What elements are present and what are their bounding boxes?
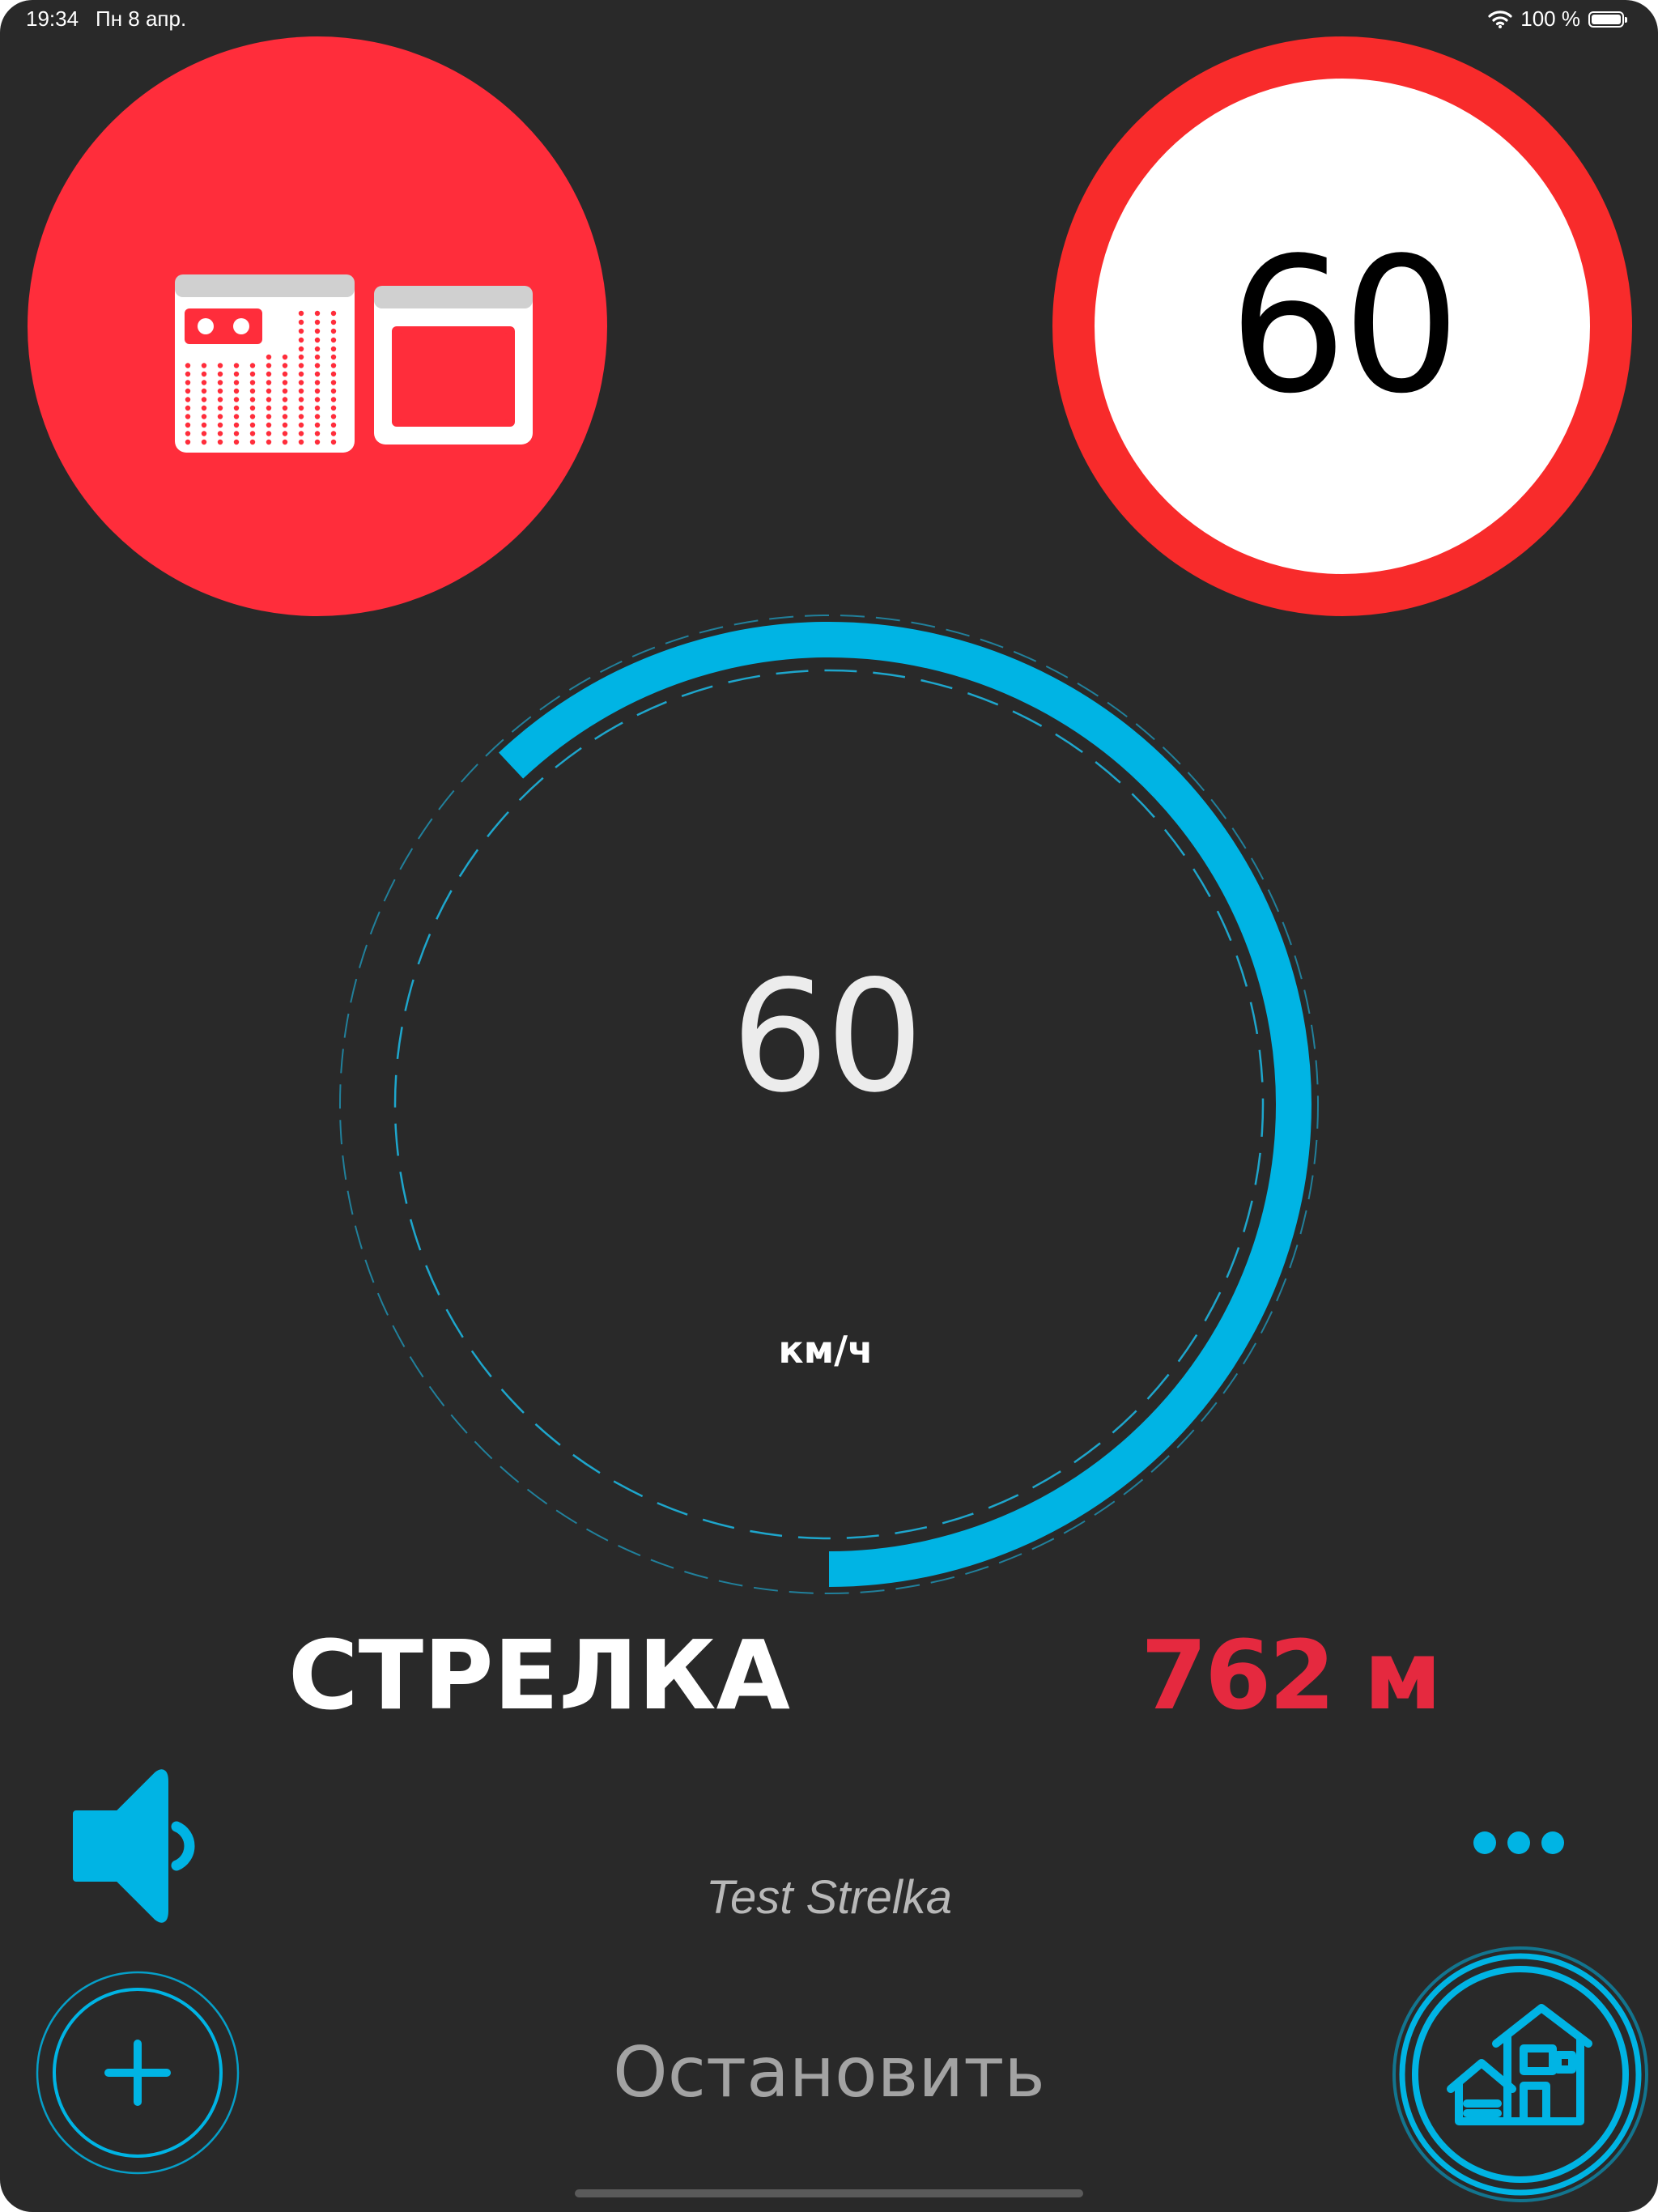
speed-limit-sign: 60: [1052, 36, 1632, 616]
wifi-icon: [1488, 10, 1512, 28]
speaker-icon[interactable]: [71, 1765, 201, 1927]
speed-limit-face: 60: [1095, 79, 1590, 574]
route-name: Test Strelka: [705, 1871, 953, 1924]
camera-type-indicator[interactable]: [28, 36, 607, 616]
current-speed: 60: [731, 947, 924, 1126]
battery-percent: 100 %: [1520, 6, 1580, 31]
status-right: 100 %: [1488, 6, 1627, 32]
house-icon: [1447, 2004, 1592, 2125]
camera-distance: 762 м: [1141, 1619, 1442, 1731]
more-dots-icon[interactable]: [1472, 1828, 1569, 1857]
app-screen: 19:34 Пн 8 апр. 100 % 60 60 км/ч СТРЕЛКА…: [0, 0, 1658, 2212]
plus-icon: [104, 2040, 171, 2106]
status-bar: 19:34 Пн 8 апр. 100 %: [0, 0, 1658, 39]
speed-radar-camera-icon: [175, 274, 533, 453]
camera-type-label: СТРЕЛКА: [288, 1619, 790, 1731]
speed-unit: км/ч: [778, 1328, 874, 1372]
battery-icon: [1588, 11, 1627, 28]
home-indicator[interactable]: [575, 2189, 1083, 2197]
status-date: Пн 8 апр.: [96, 6, 187, 31]
speed-limit-value: 60: [1228, 218, 1461, 435]
stop-button[interactable]: Остановить: [546, 2032, 1112, 2113]
add-camera-button[interactable]: [34, 1969, 241, 2176]
home-button[interactable]: [1391, 1945, 1650, 2204]
status-time: 19:34: [26, 6, 79, 31]
